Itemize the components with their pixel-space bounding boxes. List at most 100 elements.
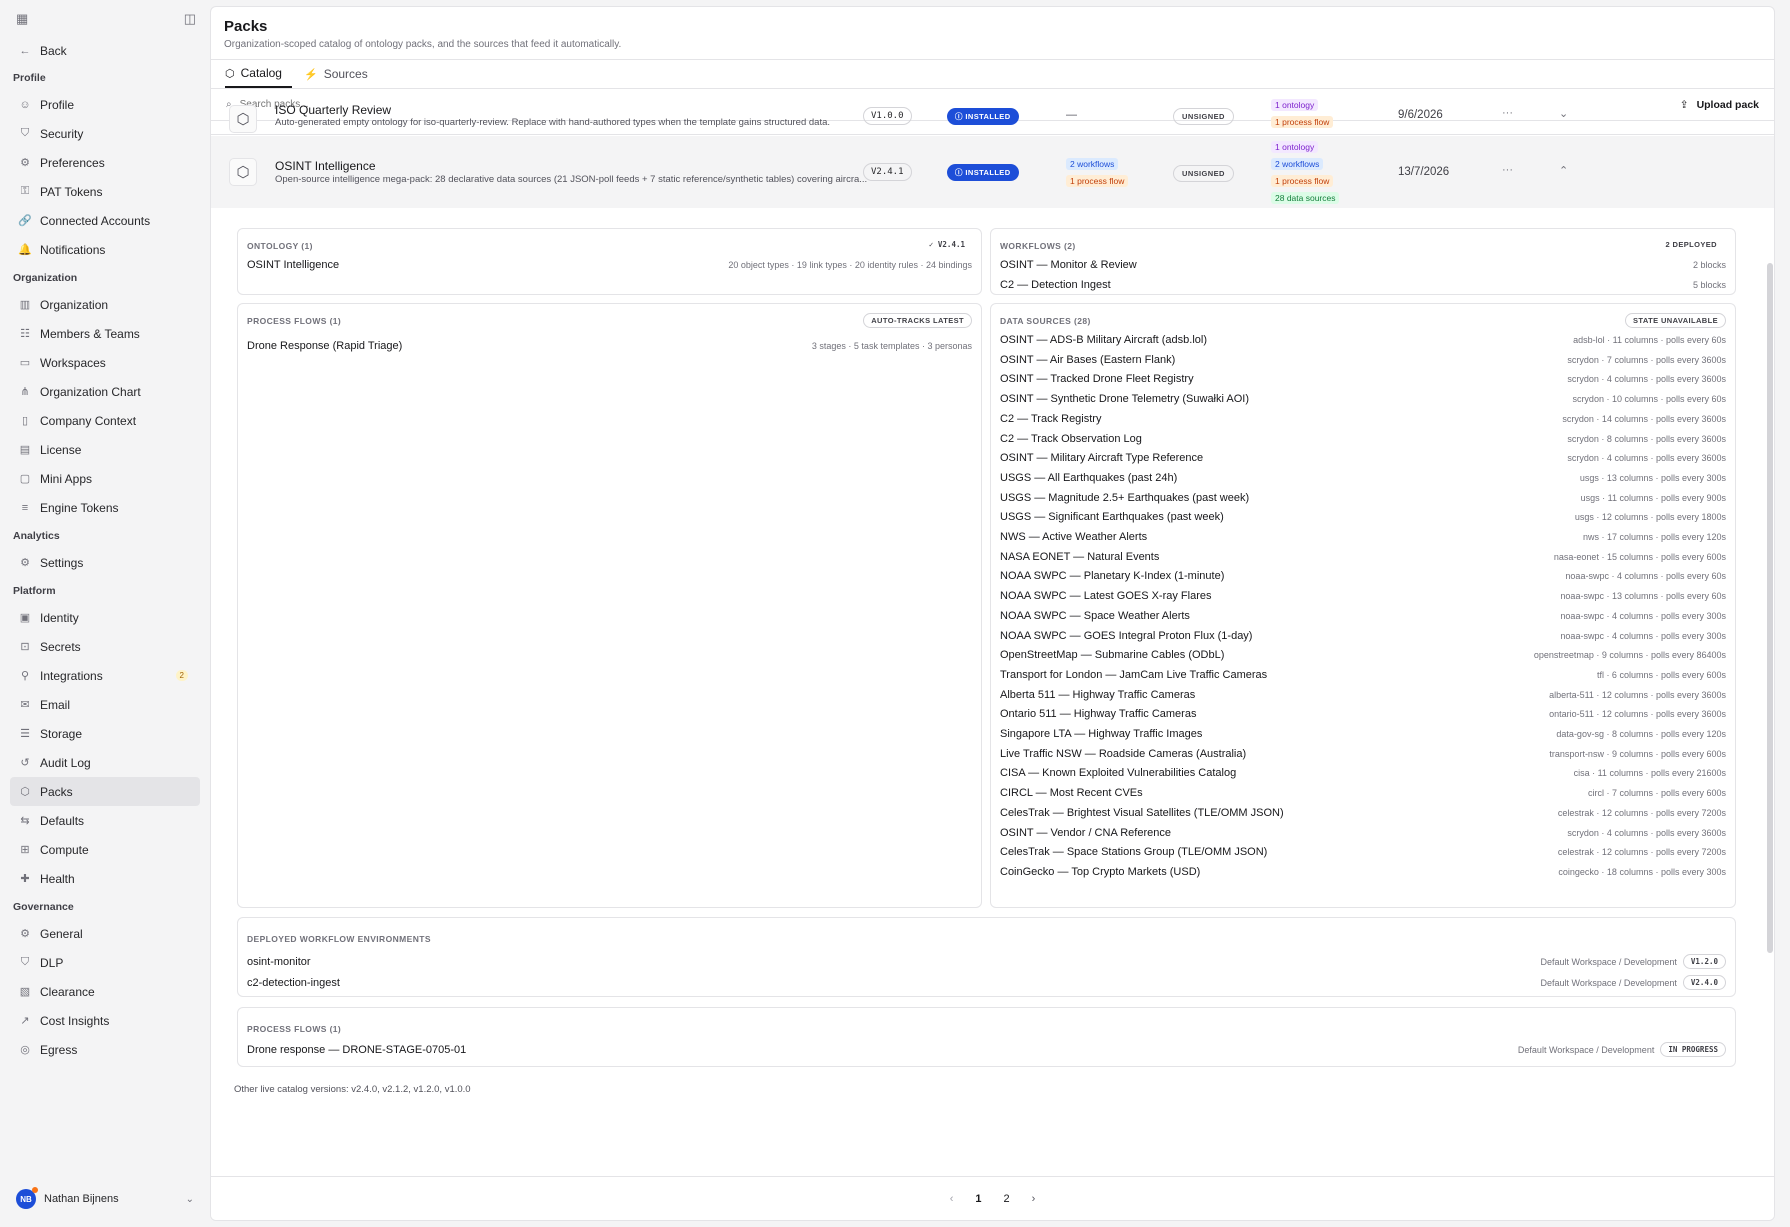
workflow-item[interactable]: OSINT — Monitor & Review 2 blocks (1000, 259, 1726, 271)
sidebar-item-email[interactable]: ✉ Email (0, 690, 200, 719)
env-item[interactable]: c2-detection-ingest Default Workspace / … (247, 975, 1726, 990)
sidebar-item-profile[interactable]: ☺ Profile (0, 90, 200, 119)
data-source-item[interactable]: OSINT — Military Aircraft Type Reference… (1000, 449, 1726, 467)
page-1-button[interactable]: 1 (975, 1193, 981, 1205)
data-source-item[interactable]: Ontario 511 — Highway Traffic Cameras ont… (1000, 705, 1726, 723)
data-source-item[interactable]: OSINT — Tracked Drone Fleet Registry scry… (1000, 370, 1726, 388)
data-source-item[interactable]: NOAA SWPC — Latest GOES X-ray Flares noaa… (1000, 587, 1726, 605)
storage-icon: ☰ (20, 728, 30, 740)
sidebar-item-storage[interactable]: ☰ Storage (0, 719, 200, 748)
sidebar-item-mini-apps[interactable]: ▢ Mini Apps (0, 464, 200, 493)
sidebar-item-workspaces[interactable]: ▭ Workspaces (0, 348, 200, 377)
sidebar-item-audit-log[interactable]: ↺ Audit Log (0, 748, 200, 777)
tab-sources[interactable]: ⚡ Sources (304, 60, 378, 88)
chip-process-flow: 1 process flow (1271, 116, 1334, 128)
process-flow-meta: 3 stages · 5 task templates · 3 personas (811, 341, 972, 351)
more-icon[interactable]: ··· (1502, 164, 1513, 176)
sidebar-item-engine-tokens[interactable]: ≡ Engine Tokens (0, 493, 200, 522)
data-source-meta: tfl · 6 columns · polls every 600s (1596, 669, 1726, 680)
page-2-button[interactable]: 2 (1004, 1193, 1010, 1205)
data-source-item[interactable]: OSINT — Synthetic Drone Telemetry (Suwał… (1000, 390, 1726, 408)
pack-row-iso[interactable]: ⬡ ISO Quarterly Review Auto-generated em… (211, 99, 1774, 135)
sidebar-item-packs[interactable]: ⬡ Packs (10, 777, 200, 806)
pack-row-osint[interactable]: ⬡ OSINT Intelligence Open-source intelli… (211, 136, 1774, 208)
process-flow-item[interactable]: Drone Response (Rapid Triage) 3 stages ·… (247, 340, 972, 352)
data-source-item[interactable]: NASA EONET — Natural Events nasa-eonet · … (1000, 548, 1726, 566)
prev-page-icon[interactable]: ‹ (950, 1193, 954, 1205)
sidebar-item-integrations[interactable]: ⚲ Integrations 2 (0, 661, 200, 690)
sidebar-item-settings[interactable]: ⚙ Settings (0, 548, 200, 577)
data-source-item[interactable]: CelesTrak — Brightest Visual Satellites … (1000, 804, 1726, 822)
data-source-item[interactable]: Singapore LTA — Highway Traffic Images da… (1000, 725, 1726, 743)
sidebar-item-company-context[interactable]: ▯ Company Context (0, 406, 200, 435)
data-source-item[interactable]: Alberta 511 — Highway Traffic Cameras alb… (1000, 686, 1726, 704)
sidebar-item-identity[interactable]: ▣ Identity (0, 603, 200, 632)
sidebar-item-notifications[interactable]: 🔔 Notifications (0, 235, 200, 264)
chevron-down-icon[interactable]: ⌄ (1559, 107, 1568, 120)
sidebar-item-preferences[interactable]: ⚙ Preferences (0, 148, 200, 177)
data-source-item[interactable]: Live Traffic NSW — Roadside Cameras (Aus… (1000, 745, 1726, 763)
sidebar-item-label: Profile (40, 97, 75, 112)
bell-icon: 🔔 (18, 244, 32, 256)
users-icon: ☷ (20, 328, 30, 340)
data-source-item[interactable]: NWS — Active Weather Alerts nws · 17 colu… (1000, 528, 1726, 546)
data-source-name: Ontario 511 — Highway Traffic Cameras (1000, 708, 1197, 721)
scrollbar-thumb[interactable] (1767, 263, 1773, 953)
collapse-sidebar-icon[interactable]: ◫ (184, 11, 196, 27)
data-source-item[interactable]: CIRCL — Most Recent CVEs circl · 7 column… (1000, 784, 1726, 802)
apps-grid-icon[interactable]: ▦ (16, 11, 28, 27)
data-source-item[interactable]: NOAA SWPC — Space Weather Alerts noaa-swp… (1000, 607, 1726, 625)
data-source-item[interactable]: USGS — All Earthquakes (past 24h) usgs · … (1000, 469, 1726, 487)
data-source-name: NOAA SWPC — GOES Integral Proton Flux (1… (1000, 629, 1253, 642)
sidebar-item-compute[interactable]: ⊞ Compute (0, 835, 200, 864)
data-source-item[interactable]: USGS — Magnitude 2.5+ Earthquakes (past … (1000, 489, 1726, 507)
data-source-item[interactable]: CoinGecko — Top Crypto Markets (USD) coin… (1000, 863, 1726, 881)
data-source-item[interactable]: OSINT — ADS-B Military Aircraft (adsb.lo… (1000, 331, 1726, 349)
scrollbar[interactable] (1766, 13, 1774, 1023)
back-link[interactable]: ← Back (0, 38, 200, 64)
sidebar-item-egress[interactable]: ◎ Egress (0, 1035, 200, 1064)
chevron-up-icon[interactable]: ⌃ (1559, 164, 1568, 177)
sidebar-item-cost-insights[interactable]: ↗ Cost Insights (0, 1006, 200, 1035)
sidebar-item-clearance[interactable]: ▧ Clearance (0, 977, 200, 1006)
data-source-item[interactable]: NOAA SWPC — GOES Integral Proton Flux (1… (1000, 627, 1726, 645)
data-source-item[interactable]: OpenStreetMap — Submarine Cables (ODbL) o… (1000, 646, 1726, 664)
package-icon: ⬡ (20, 786, 30, 798)
user-menu[interactable]: NB Nathan Bijnens ⌄ (16, 1187, 194, 1209)
data-source-meta: noaa-swpc · 4 columns · polls every 60s (1565, 571, 1726, 582)
sidebar-item-organization[interactable]: ▥ Organization (0, 290, 200, 319)
sidebar-item-label: Health (40, 871, 75, 886)
sidebar-item-health[interactable]: ✚ Health (0, 864, 200, 893)
sidebar-item-license[interactable]: ▤ License (0, 435, 200, 464)
next-page-icon[interactable]: › (1032, 1193, 1036, 1205)
data-source-meta: usgs · 12 columns · polls every 1800s (1574, 512, 1726, 523)
data-source-item[interactable]: C2 — Track Observation Log scrydon · 8 co… (1000, 430, 1726, 448)
sidebar-item-general[interactable]: ⚙ General (0, 919, 200, 948)
data-source-item[interactable]: OSINT — Vendor / CNA Reference scrydon · … (1000, 824, 1726, 842)
sidebar-item-pat-tokens[interactable]: ⚿ PAT Tokens (0, 177, 200, 206)
data-source-item[interactable]: Transport for London — JamCam Live Traff… (1000, 666, 1726, 684)
env-item[interactable]: osint-monitor Default Workspace / Develo… (247, 954, 1726, 969)
data-source-item[interactable]: NOAA SWPC — Planetary K-Index (1-minute)… (1000, 567, 1726, 585)
data-source-item[interactable]: C2 — Track Registry scrydon · 14 columns … (1000, 410, 1726, 428)
sidebar-item-secrets[interactable]: ⊡ Secrets (0, 632, 200, 661)
workflow-item[interactable]: C2 — Detection Ingest 5 blocks (1000, 279, 1726, 291)
sidebar-item-security[interactable]: ⛉ Security (0, 119, 200, 148)
sidebar-item-members-teams[interactable]: ☷ Members & Teams (0, 319, 200, 348)
data-source-item[interactable]: OSINT — Air Bases (Eastern Flank) scrydon… (1000, 351, 1726, 369)
chip-process-flow: 1 process flow (1066, 175, 1129, 187)
count-badge: 2 (175, 670, 188, 681)
data-source-meta: scrydon · 4 columns · polls every 3600s (1567, 453, 1726, 464)
data-source-item[interactable]: CISA — Known Exploited Vulnerabilities C… (1000, 764, 1726, 782)
sidebar-item-organization-chart[interactable]: ⋔ Organization Chart (0, 377, 200, 406)
sidebar-item-dlp[interactable]: ⛉ DLP (0, 948, 200, 977)
data-source-meta: circl · 7 columns · polls every 600s (1587, 788, 1726, 799)
more-icon[interactable]: ··· (1502, 107, 1513, 119)
sidebar-item-defaults[interactable]: ⇆ Defaults (0, 806, 200, 835)
card-title: PROCESS FLOWS (1) (247, 316, 342, 326)
tab-catalog[interactable]: ⬡ Catalog (225, 60, 292, 88)
data-source-item[interactable]: USGS — Significant Earthquakes (past wee… (1000, 508, 1726, 526)
data-source-item[interactable]: CelesTrak — Space Stations Group (TLE/OM… (1000, 843, 1726, 861)
sidebar-item-connected-accounts[interactable]: 🔗 Connected Accounts (0, 206, 200, 235)
process-instance-item[interactable]: Drone response — DRONE-STAGE-0705-01 Def… (247, 1042, 1726, 1057)
